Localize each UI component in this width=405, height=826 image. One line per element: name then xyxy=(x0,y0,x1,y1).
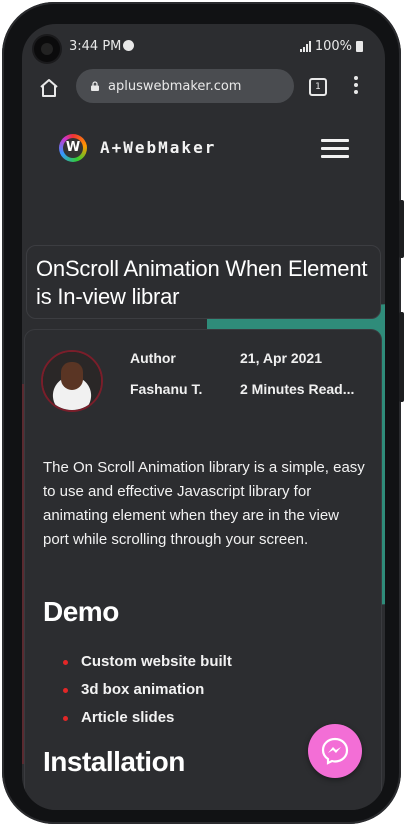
read-time: 2 Minutes Read... xyxy=(240,381,355,397)
status-time: 3:44 PM xyxy=(69,39,122,54)
spotify-icon xyxy=(123,40,134,51)
volume-button xyxy=(399,200,404,258)
site-brand-name[interactable]: A+WebMaker xyxy=(100,138,216,157)
power-button xyxy=(399,312,404,402)
messenger-chat-button[interactable] xyxy=(308,724,362,778)
installation-heading: Installation xyxy=(43,746,185,777)
hamburger-menu-icon[interactable] xyxy=(321,139,349,159)
url-text: apluswebmaker.com xyxy=(108,78,242,94)
article-title-card: OnScroll Animation When Element is In-vi… xyxy=(26,245,381,319)
author-name: Fashanu T. xyxy=(130,381,203,397)
article-title: OnScroll Animation When Element is In-vi… xyxy=(36,256,368,309)
phone-frame: 3:44 PM 100% apluswebmaker.com 1 W A+Web… xyxy=(2,2,404,824)
messenger-icon xyxy=(321,737,349,765)
list-item: Custom website built xyxy=(61,648,232,676)
battery-icon xyxy=(356,41,363,52)
home-icon[interactable] xyxy=(38,77,60,99)
site-header: W A+WebMaker xyxy=(22,110,385,186)
tab-switcher-button[interactable]: 1 xyxy=(309,78,327,96)
lock-icon xyxy=(91,81,99,91)
battery-percent: 100% xyxy=(314,39,352,54)
author-avatar xyxy=(41,350,103,412)
list-item: 3d box animation xyxy=(61,676,232,704)
list-item: Article slides xyxy=(61,704,232,732)
front-camera xyxy=(34,36,60,62)
publish-date: 21, Apr 2021 xyxy=(240,350,322,366)
demo-heading: Demo xyxy=(43,596,119,627)
author-label: Author xyxy=(130,350,176,366)
logo-letter: W xyxy=(63,138,83,158)
demo-list: Custom website built 3d box animation Ar… xyxy=(61,648,232,732)
signal-icon xyxy=(299,41,311,52)
status-bar: 3:44 PM 100% xyxy=(22,24,385,66)
browser-menu-icon[interactable] xyxy=(354,76,358,96)
screen: 3:44 PM 100% apluswebmaker.com 1 W A+Web… xyxy=(22,24,385,810)
site-logo[interactable]: W xyxy=(59,134,87,162)
address-bar[interactable]: apluswebmaker.com xyxy=(76,69,294,103)
article-intro: The On Scroll Animation library is a sim… xyxy=(43,459,365,548)
browser-toolbar: apluswebmaker.com 1 xyxy=(22,66,385,110)
